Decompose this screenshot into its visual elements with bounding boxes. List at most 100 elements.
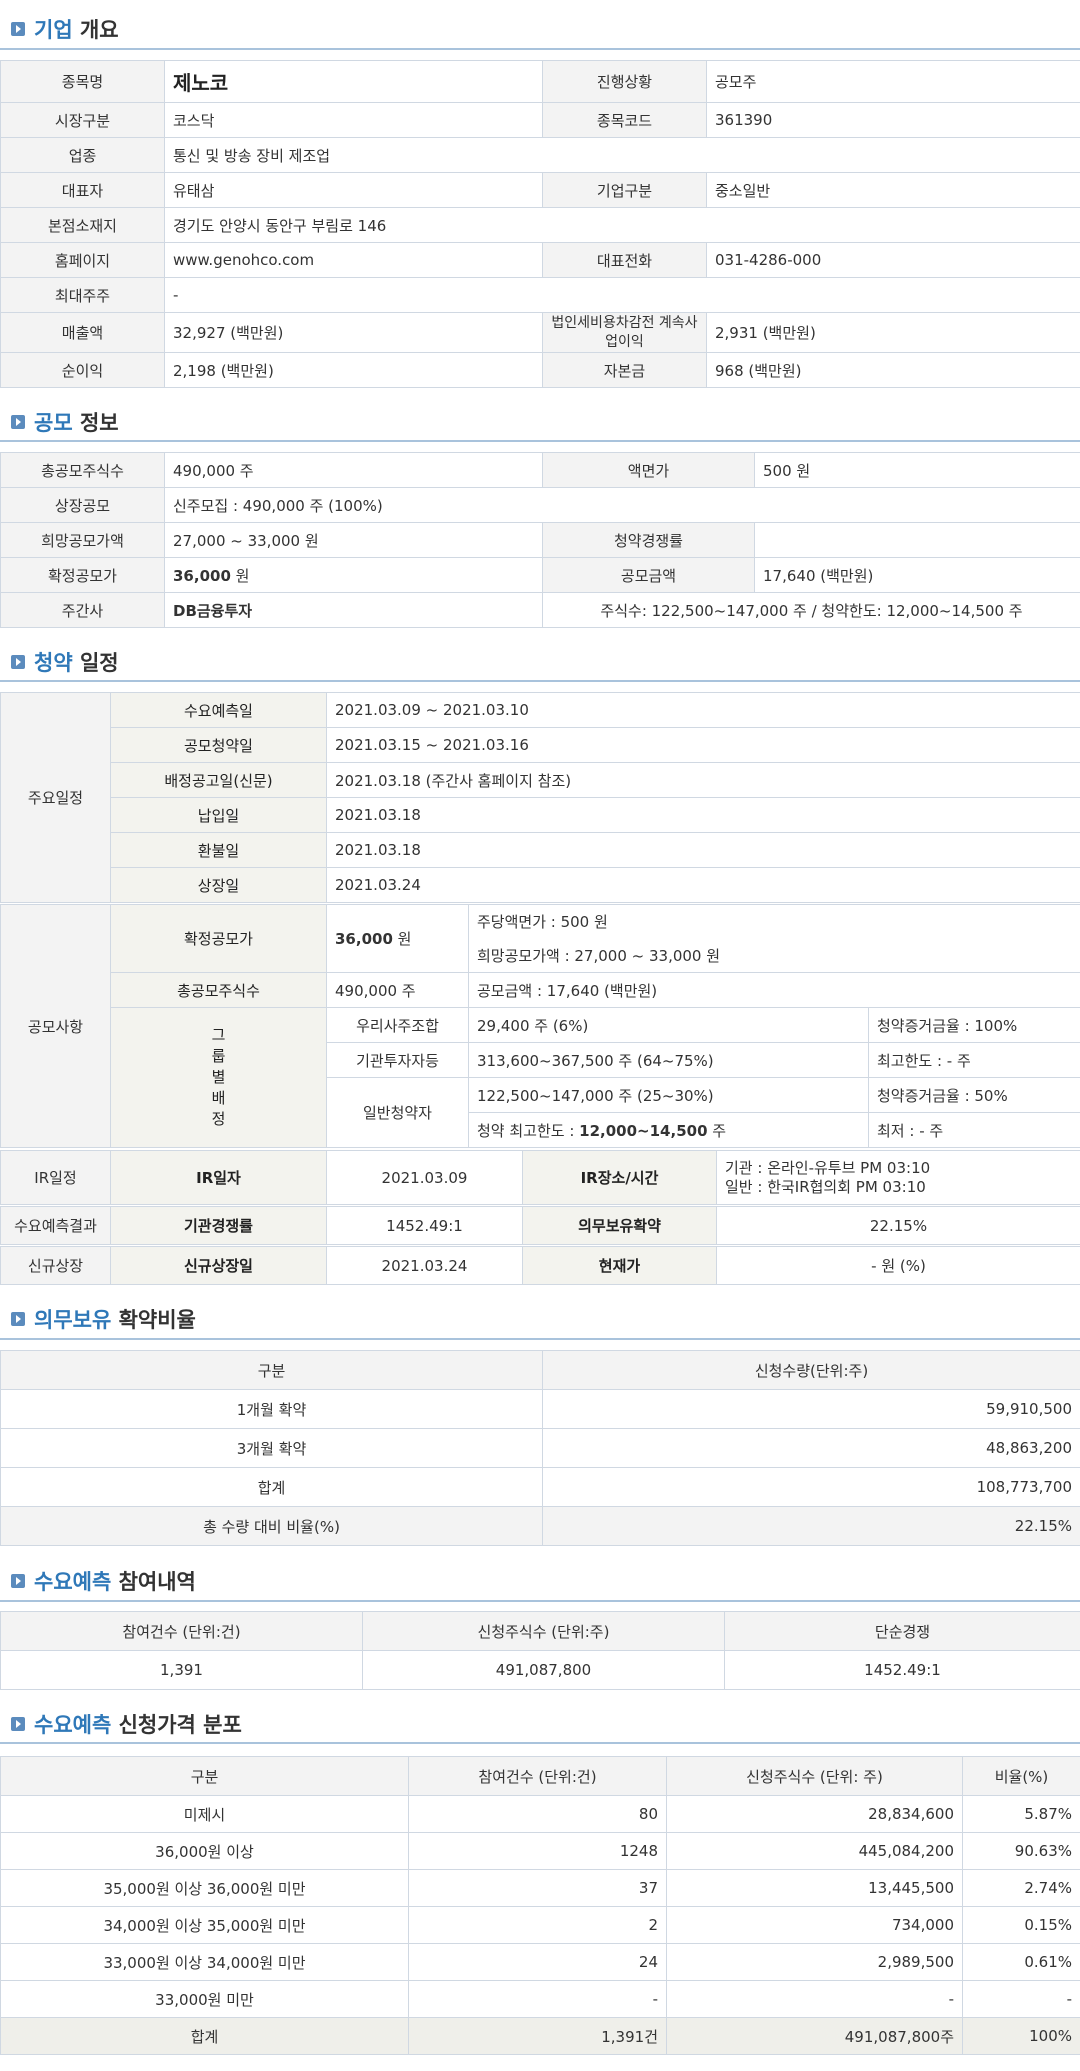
table-row: 34,000원 이상 35,000원 미만 2 734,000 0.15% [0,1906,1080,1944]
industry-label: 업종 [0,137,165,173]
overview-heading: 기업 개요 [0,0,1080,50]
institution-label: 기관투자자등 [326,1042,469,1078]
refund-label: 환불일 [110,832,327,868]
distribution-row-ratio: 90.63% [962,1832,1080,1870]
participation-heading-rest: 참여내역 [118,1570,196,1594]
status-value: 공모주 [706,60,1080,103]
allotment-value: 2021.03.18 (주간사 홈페이지 참조) [325,762,1080,798]
participation-header-count: 참여건수 (단위:건) [0,1611,363,1651]
inst-competition-label: 기관경쟁률 [110,1206,327,1245]
phone-value: 031-4286-000 [706,242,1080,278]
demand-forecast-value: 2021.03.09 ~ 2021.03.10 [325,692,1080,728]
offering-items-label: 공모사항 [0,904,111,1148]
distribution-row-shares: 28,834,600 [666,1795,963,1833]
overview-heading-accent: 기업 [34,18,73,42]
section-bullet-icon [11,1574,25,1588]
ir-schedule-label: IR일정 [0,1150,111,1205]
code-label: 종목코드 [542,102,707,138]
ir-place-value: 기관 : 온라인-유투브 PM 03:10 일반 : 한국IR협의회 PM 03… [716,1150,1080,1205]
ceo-label: 대표자 [0,172,165,208]
distribution-row-shares: 734,000 [666,1906,963,1944]
table-row: 총 수량 대비 비율(%) 22.15% [0,1506,1080,1546]
lockup-row-label: 합계 [0,1467,543,1507]
ir-place-line2: 일반 : 한국IR협의회 PM 03:10 [725,1177,926,1196]
total-shares-value: 490,000 주 [164,452,543,488]
amount-text: 공모금액 : 17,640 (백만원) [467,972,1080,1008]
distribution-row-ratio: - [962,1980,1080,2018]
table-row: 33,000원 이상 34,000원 미만 24 2,989,500 0.61% [0,1943,1080,1981]
new-listing-table: 신규상장 신규상장일 2021.03.24 현재가 - 원 (%) [0,1246,1080,1285]
shareholder-label: 최대주주 [0,277,165,313]
par-value-text: 주당액면가 : 500 원 [467,904,1080,939]
lockup-row-value: 59,910,500 [542,1389,1080,1429]
current-price-label: 현재가 [522,1246,717,1285]
hope-price-label: 희망공모가액 [0,522,165,558]
distribution-row-ratio: 5.87% [962,1795,1080,1833]
address-value: 경기도 안양시 동안구 부림로 146 [164,207,1080,243]
overview-table: 종목명 제노코 진행상황 공모주 시장구분 코스닥 종목코드 361390 업종… [0,60,1080,388]
overview-heading-rest: 개요 [79,18,119,42]
distribution-total-ratio: 100% [962,2017,1080,2055]
distribution-header-ratio: 비율(%) [962,1756,1080,1796]
distribution-row-label: 36,000원 이상 [0,1832,409,1870]
listing-date-value: 2021.03.24 [325,867,1080,903]
employee-note: 청약증거금율 : 100% [867,1007,1080,1043]
distribution-heading: 수요예측 신청가격 분포 [0,1702,1080,1744]
distribution-row-label: 미제시 [0,1795,409,1833]
demand-result-label: 수요예측결과 [0,1206,111,1245]
participation-count: 1,391 [0,1650,363,1690]
payment-label: 납입일 [110,797,327,833]
netincome-label: 순이익 [0,352,165,388]
general-note: 청약증거금율 : 50% [867,1077,1080,1113]
pretax-label: 법인세비용차감전 계속사업이익 [542,312,707,353]
offering-items-table: 공모사항 확정공모가 36,000 원 주당액면가 : 500 원 희망공모가액… [0,904,1080,1148]
underwriter-value: DB금융투자 [164,592,543,628]
face-value-value: 500 원 [754,452,1080,488]
distribution-row-count: 80 [408,1795,667,1833]
distribution-heading-rest: 신청가격 분포 [118,1713,242,1737]
lockup-heading-rest: 확약비율 [118,1308,196,1332]
distribution-row-shares: 445,084,200 [666,1832,963,1870]
final-price-value: 36,000 원 [164,557,543,593]
hope-price-value: 27,000 ~ 33,000 원 [164,522,543,558]
distribution-header-shares: 신청주식수 (단위: 주) [666,1756,963,1796]
listing-offer-value: 신주모집 : 490,000 주 (100%) [164,487,1080,523]
capital-label: 자본금 [542,352,707,388]
homepage-link[interactable]: www.genohco.com [164,242,543,278]
ir-table: IR일정 IR일자 2021.03.09 IR장소/시간 기관 : 온라인-유투… [0,1150,1080,1205]
general-limit-value: 12,000~14,500 [579,1121,708,1140]
current-price-value: - 원 (%) [716,1246,1080,1285]
lockup-row-label: 3개월 확약 [0,1428,543,1468]
phone-label: 대표전화 [542,242,707,278]
distribution-row-count: - [408,1980,667,2018]
lockup-heading: 의무보유 확약비율 [0,1296,1080,1340]
distribution-row-ratio: 0.15% [962,1906,1080,1944]
sales-label: 매출액 [0,312,165,353]
table-row: 35,000원 이상 36,000원 미만 37 13,445,500 2.74… [0,1869,1080,1907]
participation-header-competition: 단순경쟁 [724,1611,1080,1651]
ceo-value: 유태삼 [164,172,543,208]
subscription-heading: 청약 일정 [0,640,1080,682]
distribution-row-count: 37 [408,1869,667,1907]
demand-result-table: 수요예측결과 기관경쟁률 1452.49:1 의무보유확약 22.15% [0,1206,1080,1245]
table-row: 1개월 확약 59,910,500 [0,1389,1080,1429]
group-allocation-label: 그 룹 별 배 정 [110,1007,327,1148]
general-limit: 청약 최고한도 : 12,000~14,500 주 [468,1112,869,1148]
homepage-label: 홈페이지 [0,242,165,278]
market-value: 코스닥 [164,102,543,138]
new-listing-date-value: 2021.03.24 [326,1246,523,1285]
group-allocation-text: 그 룹 별 배 정 [211,1026,226,1128]
address-label: 본점소재지 [0,207,165,243]
ir-date-value: 2021.03.09 [326,1150,523,1205]
competition-label: 청약경쟁률 [542,522,755,558]
final-price-value-2: 36,000 원 [326,904,469,973]
section-bullet-icon [11,22,25,36]
distribution-header-count: 참여건수 (단위:건) [408,1756,667,1796]
listing-date-label: 상장일 [110,867,327,903]
ir-date-label: IR일자 [110,1150,327,1205]
final-price-number: 36,000 [173,566,231,585]
general-min-note: 최저 : - 주 [867,1112,1080,1148]
distribution-heading-accent: 수요예측 [34,1713,112,1737]
section-bullet-icon [11,1717,25,1731]
payment-value: 2021.03.18 [325,797,1080,833]
